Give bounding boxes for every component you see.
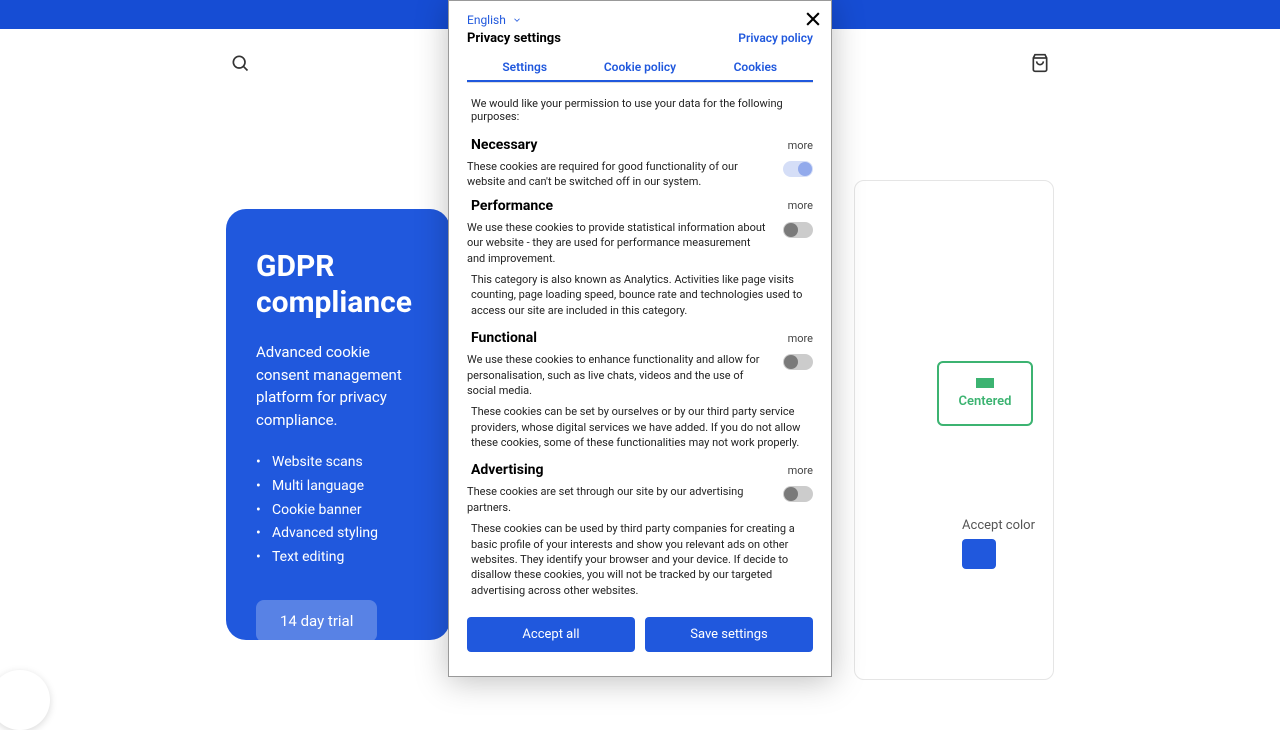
more-link[interactable]: more — [788, 464, 813, 477]
accept-color-swatch[interactable] — [962, 539, 996, 569]
category-title: Functional — [471, 330, 537, 346]
settings-panel: Centered — [854, 180, 1054, 680]
modal-tabs: Settings Cookie policy Cookies — [467, 54, 813, 83]
category-description: These cookies are required for good func… — [467, 159, 769, 190]
category-advertising: Advertising more These cookies are set t… — [467, 462, 813, 598]
category-functional: Functional more We use these cookies to … — [467, 330, 813, 450]
more-link[interactable]: more — [788, 332, 813, 345]
privacy-settings-modal: English Privacy settings Privacy policy … — [448, 0, 832, 677]
accept-all-button[interactable]: Accept all — [467, 617, 635, 652]
toggle-advertising[interactable] — [783, 486, 813, 502]
search-icon[interactable] — [230, 53, 250, 77]
layout-option-centered[interactable]: Centered — [937, 361, 1033, 426]
chevron-down-icon — [512, 15, 522, 25]
category-performance: Performance more We use these cookies to… — [467, 198, 813, 318]
list-item: Multi language — [256, 475, 420, 499]
chat-bubble[interactable] — [0, 670, 50, 730]
close-icon[interactable] — [803, 9, 823, 29]
layout-swatch — [976, 378, 994, 388]
trial-button[interactable]: 14 day trial — [256, 600, 377, 642]
category-title: Necessary — [471, 137, 537, 153]
promo-feature-list: Website scans Multi language Cookie bann… — [256, 451, 420, 570]
privacy-policy-link[interactable]: Privacy policy — [738, 31, 813, 46]
promo-title: GDPR compliance — [256, 249, 420, 321]
tab-settings[interactable]: Settings — [467, 54, 582, 82]
language-selector[interactable]: English — [449, 1, 831, 31]
more-link[interactable]: more — [788, 139, 813, 152]
modal-body: We would like your permission to use you… — [449, 83, 831, 605]
toggle-necessary — [783, 161, 813, 177]
layout-label: Centered — [954, 394, 1016, 409]
list-item: Cookie banner — [256, 499, 420, 523]
category-description: We use these cookies to provide statisti… — [467, 220, 769, 266]
category-description: We use these cookies to enhance function… — [467, 352, 769, 398]
accept-color-label: Accept color — [962, 518, 1035, 533]
list-item: Website scans — [256, 451, 420, 475]
category-title: Advertising — [471, 462, 544, 478]
list-item: Advanced styling — [256, 522, 420, 546]
category-extra: These cookies can be used by third party… — [471, 521, 809, 598]
category-title: Performance — [471, 198, 553, 214]
promo-card: GDPR compliance Advanced cookie consent … — [226, 209, 450, 640]
category-necessary: Necessary more These cookies are require… — [467, 137, 813, 190]
modal-title: Privacy settings — [467, 31, 561, 46]
intro-text: We would like your permission to use you… — [471, 97, 809, 123]
save-settings-button[interactable]: Save settings — [645, 617, 813, 652]
promo-description: Advanced cookie consent management platf… — [256, 341, 420, 431]
toggle-performance[interactable] — [783, 222, 813, 238]
category-extra: This category is also known as Analytics… — [471, 272, 809, 318]
tab-cookie-policy[interactable]: Cookie policy — [582, 54, 697, 82]
accept-color-field: Accept color — [962, 518, 1035, 569]
more-link[interactable]: more — [788, 199, 813, 212]
tab-cookies[interactable]: Cookies — [698, 54, 813, 82]
language-label: English — [467, 13, 506, 27]
toggle-functional[interactable] — [783, 354, 813, 370]
category-extra: These cookies can be set by ourselves or… — [471, 404, 809, 450]
modal-footer: Accept all Save settings — [449, 605, 831, 676]
list-item: Text editing — [256, 546, 420, 570]
category-description: These cookies are set through our site b… — [467, 484, 769, 515]
cart-icon[interactable] — [1030, 53, 1050, 77]
